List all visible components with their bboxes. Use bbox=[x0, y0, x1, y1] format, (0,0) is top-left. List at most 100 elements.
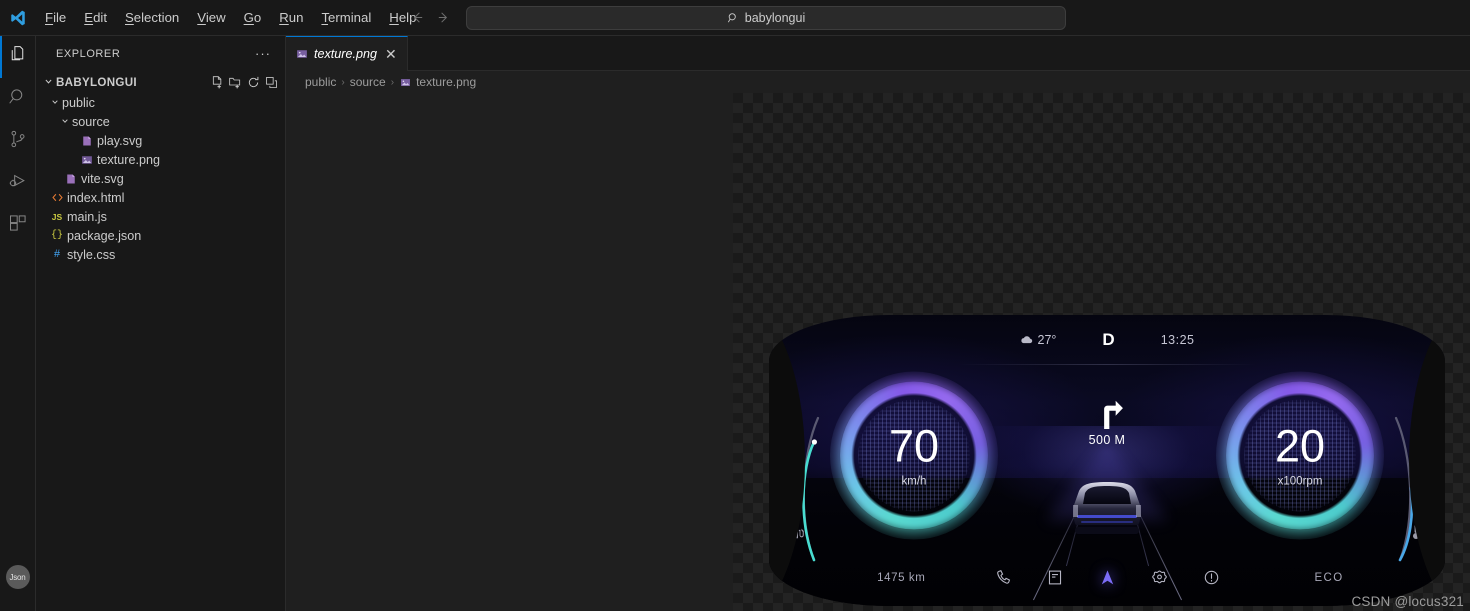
tree-item-folder-public[interactable]: public bbox=[36, 93, 285, 112]
tab-texture-png[interactable]: texture.png ✕ bbox=[286, 36, 408, 71]
status-bar-divider bbox=[958, 364, 1256, 366]
workspace-root-row[interactable]: BABYLONGUI bbox=[36, 71, 285, 93]
tab-label: texture.png bbox=[314, 47, 378, 61]
html-file-icon bbox=[48, 191, 66, 204]
settings-gear-icon[interactable] bbox=[1146, 567, 1172, 589]
warning-icon[interactable] bbox=[1198, 567, 1224, 589]
close-icon[interactable]: ✕ bbox=[385, 46, 397, 63]
explorer-title-bar: EXPLORER ··· bbox=[36, 36, 285, 71]
speedometer-unit: km/h bbox=[901, 475, 927, 488]
sidebar-item-run-debug[interactable] bbox=[0, 162, 36, 204]
navigation-distance: 500 M bbox=[1088, 432, 1126, 447]
new-folder-icon[interactable] bbox=[228, 75, 243, 90]
speedometer-value: 70 bbox=[888, 420, 939, 472]
clock-value: 13:25 bbox=[1160, 332, 1195, 347]
menu-bar: File Edit Selection View Go Run Terminal… bbox=[36, 0, 425, 36]
cloud-icon bbox=[1020, 334, 1033, 345]
activity-bar: Json bbox=[0, 36, 36, 611]
tab-bar: texture.png ✕ bbox=[286, 36, 1470, 71]
sidebar-item-search[interactable] bbox=[0, 78, 36, 120]
breadcrumb-item-public[interactable]: public bbox=[305, 75, 336, 89]
temperature-value: 27° bbox=[1037, 332, 1057, 347]
tree-item-label: vite.svg bbox=[81, 171, 124, 186]
drive-mode-label: ECO bbox=[1314, 571, 1344, 584]
refresh-icon[interactable] bbox=[246, 75, 261, 90]
image-file-icon bbox=[400, 77, 411, 88]
sidebar-item-extensions[interactable] bbox=[0, 204, 36, 246]
account-badge-label: Json bbox=[5, 565, 30, 589]
menu-terminal[interactable]: Terminal bbox=[312, 7, 380, 29]
navigation-arrow-icon[interactable] bbox=[1094, 567, 1120, 589]
image-file-icon bbox=[296, 48, 308, 60]
dashboard-bottom-bar: 1475 km ECO bbox=[769, 567, 1445, 589]
tree-item-label: main.js bbox=[67, 209, 107, 224]
chevron-down-icon bbox=[40, 77, 56, 88]
search-icon bbox=[8, 87, 28, 112]
speedometer-gauge: 70 km/h bbox=[829, 371, 998, 540]
tachometer-value: 20 bbox=[1275, 420, 1326, 472]
tab-bar-empty-space bbox=[407, 36, 1470, 71]
tree-item-file-play-svg[interactable]: play.svg bbox=[36, 131, 285, 150]
run-debug-icon bbox=[8, 171, 28, 196]
odometer-value: 1475 km bbox=[877, 571, 926, 584]
collapse-all-icon[interactable] bbox=[264, 75, 279, 90]
chevron-down-icon bbox=[48, 98, 61, 108]
dashboard-image: 27° D 13:25 70 km/h 20 x100rpm 500 M 147… bbox=[769, 315, 1445, 606]
breadcrumb: public › source › texture.png bbox=[286, 71, 1470, 93]
explorer-title: EXPLORER bbox=[56, 47, 121, 60]
new-file-icon[interactable] bbox=[210, 75, 225, 90]
menu-run[interactable]: Run bbox=[270, 7, 312, 29]
tree-item-label: public bbox=[62, 95, 95, 110]
sidebar-item-source-control[interactable] bbox=[0, 120, 36, 162]
tree-item-file-main-js[interactable]: JS main.js bbox=[36, 207, 285, 226]
menu-edit[interactable]: Edit bbox=[75, 7, 116, 29]
workbench: Json EXPLORER ··· BABYLONGUI public sour… bbox=[0, 36, 1470, 611]
breadcrumb-separator: › bbox=[341, 76, 345, 88]
svg-file-icon bbox=[78, 135, 96, 147]
workspace-root-label: BABYLONGUI bbox=[56, 75, 137, 89]
tree-item-file-vite-svg[interactable]: vite.svg bbox=[36, 169, 285, 188]
breadcrumb-separator: › bbox=[390, 76, 395, 88]
account-badge[interactable]: Json bbox=[0, 557, 36, 597]
vscode-logo-icon bbox=[0, 0, 36, 36]
search-icon bbox=[727, 12, 739, 24]
tachometer-gauge: 20 x100rpm bbox=[1216, 371, 1385, 540]
tree-item-file-texture-png[interactable]: texture.png bbox=[36, 150, 285, 169]
tree-item-file-package-json[interactable]: {} package.json bbox=[36, 226, 285, 245]
command-center[interactable]: babylongui bbox=[466, 5, 1066, 30]
image-file-icon bbox=[78, 154, 96, 166]
css-file-icon: # bbox=[53, 248, 61, 261]
car-model bbox=[1059, 475, 1155, 542]
chevron-down-icon bbox=[58, 117, 71, 127]
arrow-left-icon[interactable] bbox=[404, 5, 430, 31]
editor-group: texture.png ✕ public › source › texture.… bbox=[286, 36, 1470, 611]
menu-view[interactable]: View bbox=[188, 7, 234, 29]
breadcrumb-item-source[interactable]: source bbox=[350, 75, 386, 89]
menu-file[interactable]: File bbox=[36, 7, 75, 29]
file-tree: public source play.svg texture.png vite.… bbox=[36, 93, 285, 264]
dashboard-status-bar: 27° D 13:25 bbox=[769, 330, 1445, 350]
svg-file-icon bbox=[62, 173, 80, 185]
thermometer-icon bbox=[1410, 524, 1422, 545]
menu-selection[interactable]: Selection bbox=[116, 7, 188, 29]
breadcrumb-item-texture-png[interactable]: texture.png bbox=[416, 75, 476, 89]
title-bar: File Edit Selection View Go Run Terminal… bbox=[0, 0, 1470, 36]
tachometer-unit: x100rpm bbox=[1277, 475, 1323, 488]
explorer-more-actions-icon[interactable]: ··· bbox=[249, 46, 277, 61]
sidebar-item-explorer[interactable] bbox=[0, 36, 36, 78]
navigation-indicator: 500 M bbox=[1089, 394, 1126, 447]
phone-icon[interactable] bbox=[990, 567, 1016, 589]
tree-item-label: source bbox=[72, 114, 110, 129]
menu-go[interactable]: Go bbox=[235, 7, 271, 29]
message-icon[interactable] bbox=[1042, 567, 1068, 589]
json-file-icon: {} bbox=[50, 230, 63, 241]
turn-right-icon bbox=[1090, 394, 1124, 430]
files-icon bbox=[7, 44, 28, 70]
weather-readout: 27° bbox=[1020, 332, 1057, 347]
arrow-right-icon[interactable] bbox=[430, 5, 456, 31]
tree-item-folder-source[interactable]: source bbox=[36, 112, 285, 131]
tree-item-file-style-css[interactable]: # style.css bbox=[36, 245, 285, 264]
extensions-icon bbox=[8, 213, 28, 238]
fuel-pump-icon bbox=[791, 525, 805, 545]
tree-item-file-index-html[interactable]: index.html bbox=[36, 188, 285, 207]
